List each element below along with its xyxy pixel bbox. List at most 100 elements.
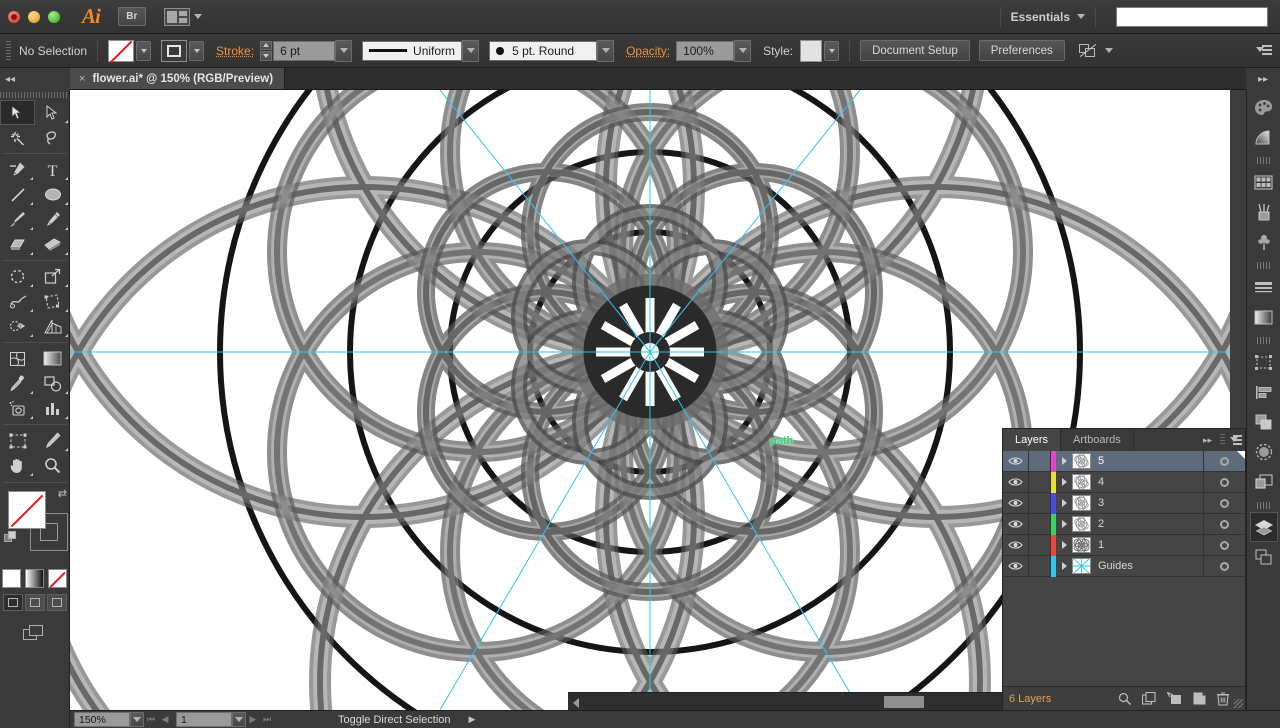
panel-grip[interactable]	[1220, 434, 1225, 446]
ellipse-tool[interactable]	[35, 182, 70, 207]
lock-toggle[interactable]	[1029, 472, 1051, 492]
visibility-toggle[interactable]	[1003, 493, 1029, 513]
fill-color-swatch[interactable]	[108, 39, 135, 62]
layer-name[interactable]: 5	[1098, 455, 1203, 467]
mesh-tool[interactable]	[0, 346, 35, 371]
make-sublayer-icon[interactable]	[1142, 692, 1156, 705]
previous-artboard-button[interactable]: ◀	[158, 712, 172, 727]
color-icon[interactable]	[1250, 92, 1278, 122]
zoom-level-dropdown[interactable]	[130, 712, 144, 727]
lock-toggle[interactable]	[1029, 493, 1051, 513]
table-row[interactable]: 3	[1003, 492, 1245, 514]
selection-tool[interactable]	[0, 100, 35, 125]
window-controls[interactable]	[8, 10, 60, 23]
stroke-color-swatch[interactable]	[161, 39, 188, 62]
close-button[interactable]	[8, 10, 20, 23]
type-tool[interactable]: T	[35, 157, 70, 182]
visibility-toggle[interactable]	[1003, 556, 1029, 576]
table-row[interactable]: 4	[1003, 471, 1245, 493]
stroke-weight-dropdown[interactable]	[335, 39, 353, 62]
change-screen-mode-button[interactable]	[0, 625, 69, 643]
zoom-level-input[interactable]: 150%	[74, 712, 130, 727]
collapse-panel-icon[interactable]: ▸▸	[1198, 429, 1217, 451]
blob-brush-tool[interactable]	[35, 207, 70, 232]
artboard-dropdown[interactable]	[232, 712, 246, 727]
blend-tool[interactable]	[35, 371, 70, 396]
collapse-dock-button[interactable]: ▸▸	[1246, 68, 1280, 90]
lock-toggle[interactable]	[1029, 514, 1051, 534]
stroke-weight-label[interactable]: Stroke:	[216, 44, 254, 58]
dock-group-grip[interactable]	[1256, 262, 1271, 269]
layer-name[interactable]: 3	[1098, 497, 1203, 509]
symbols-icon[interactable]	[1250, 227, 1278, 257]
brushes-icon[interactable]	[1250, 197, 1278, 227]
line-segment-tool[interactable]	[0, 182, 35, 207]
hand-tool[interactable]	[0, 453, 35, 478]
align-icon[interactable]	[1250, 377, 1278, 407]
artboard-tool[interactable]	[0, 428, 35, 453]
brush-value[interactable]: 5 pt. Round	[489, 40, 598, 61]
brush-dropdown[interactable]	[597, 39, 615, 62]
shape-builder-tool[interactable]	[0, 314, 35, 339]
stroke-profile-dropdown[interactable]	[462, 39, 480, 62]
graphic-style-dropdown[interactable]	[824, 40, 840, 61]
draw-behind-button[interactable]	[24, 594, 45, 611]
stroke-weight-stepper[interactable]	[260, 40, 273, 61]
artboards-panel-icon[interactable]	[1250, 542, 1278, 572]
gradient-tool[interactable]	[35, 346, 70, 371]
search-input[interactable]	[1116, 6, 1268, 27]
perspective-grid-tool[interactable]	[35, 314, 70, 339]
next-artboard-button[interactable]: ▶	[246, 712, 260, 727]
column-graph-tool[interactable]	[35, 396, 70, 421]
horizontal-scroll-thumb[interactable]	[884, 696, 924, 708]
magic-wand-tool[interactable]	[0, 125, 35, 150]
opacity-label[interactable]: Opacity:	[626, 44, 670, 58]
none-mode-button[interactable]	[48, 569, 67, 588]
layer-name[interactable]: Guides	[1098, 560, 1203, 572]
eraser-tool[interactable]	[35, 232, 70, 257]
zoom-button[interactable]	[48, 10, 60, 23]
control-panel-menu-icon[interactable]	[1256, 44, 1272, 58]
panel-resize-handle[interactable]	[1234, 699, 1243, 708]
layer-list-empty-area[interactable]	[1003, 577, 1245, 677]
graphic-style-swatch[interactable]	[800, 39, 823, 62]
status-menu-button[interactable]: ▶	[469, 714, 476, 725]
new-layer-icon[interactable]	[1193, 692, 1206, 705]
table-row[interactable]: 5	[1003, 450, 1245, 472]
target-indicator[interactable]	[1203, 472, 1245, 492]
dock-group-grip[interactable]	[1256, 502, 1271, 509]
document-tab[interactable]: × flower.ai* @ 150% (RGB/Preview)	[70, 68, 286, 89]
first-artboard-button[interactable]: ⏮	[144, 712, 158, 727]
lock-toggle[interactable]	[1029, 556, 1051, 576]
table-row[interactable]: 2	[1003, 513, 1245, 535]
control-bar-grip[interactable]	[6, 40, 11, 61]
shaper-tool[interactable]	[0, 232, 35, 257]
workspace-switcher[interactable]: Essentials	[1011, 10, 1085, 24]
scale-tool[interactable]	[35, 264, 70, 289]
pen-tool[interactable]	[0, 157, 35, 182]
expand-layer-icon[interactable]	[1056, 499, 1072, 507]
color-mode-button[interactable]	[2, 569, 21, 588]
expand-layer-icon[interactable]	[1056, 520, 1072, 528]
width-tool[interactable]	[0, 289, 35, 314]
transparency-icon[interactable]	[1250, 437, 1278, 467]
layer-name[interactable]: 4	[1098, 476, 1203, 488]
target-indicator[interactable]	[1203, 556, 1245, 576]
draw-inside-button[interactable]	[46, 594, 67, 611]
minimize-button[interactable]	[28, 10, 40, 23]
stroke-profile-combo[interactable]: Uniform	[362, 39, 480, 62]
dock-group-grip[interactable]	[1256, 337, 1271, 344]
select-similar-icon[interactable]	[1078, 43, 1097, 58]
target-indicator[interactable]	[1203, 535, 1245, 555]
expand-layer-icon[interactable]	[1056, 562, 1072, 570]
zoom-tool[interactable]	[35, 453, 70, 478]
scroll-left-icon[interactable]	[573, 698, 579, 708]
visibility-toggle[interactable]	[1003, 514, 1029, 534]
direct-selection-tool[interactable]	[35, 100, 70, 125]
expand-layer-icon[interactable]	[1056, 457, 1072, 465]
arrange-documents-button[interactable]	[163, 7, 202, 26]
lock-toggle[interactable]	[1029, 535, 1051, 555]
delete-layer-icon[interactable]	[1217, 691, 1229, 706]
symbol-sprayer-tool[interactable]	[0, 396, 35, 421]
gradient-mode-button[interactable]	[25, 569, 44, 588]
